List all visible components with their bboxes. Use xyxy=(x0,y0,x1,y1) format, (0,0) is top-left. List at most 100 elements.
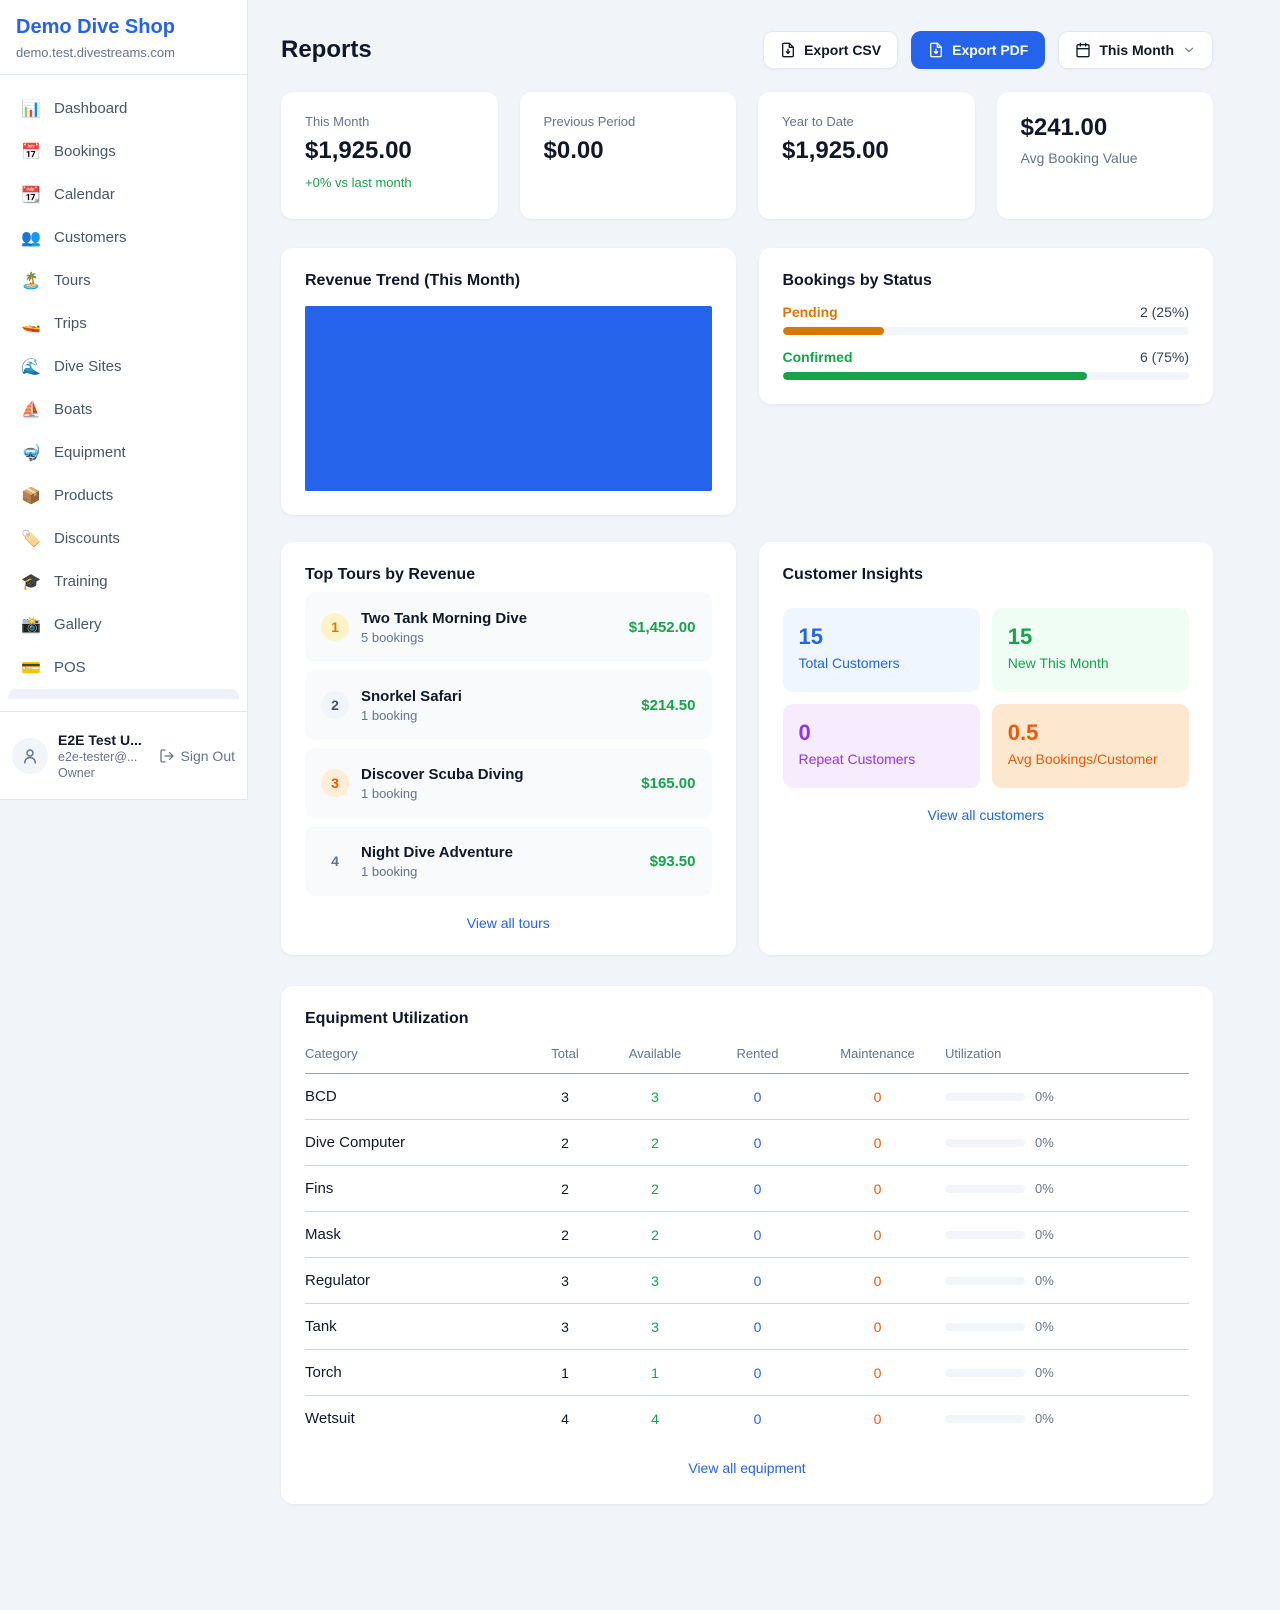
stat-card-this-month: This Month $1,925.00 +0% vs last month xyxy=(281,92,498,219)
col-total: Total xyxy=(525,1046,605,1074)
utilization-bar xyxy=(945,1277,1025,1285)
cell-rented: 0 xyxy=(705,1074,810,1120)
tours-icon: 🏝️ xyxy=(20,271,42,291)
insights-row: Top Tours by Revenue 1 Two Tank Morning … xyxy=(281,542,1213,955)
cell-utilization: 0% xyxy=(945,1166,1189,1212)
cell-total: 2 xyxy=(525,1120,605,1166)
dashboard-icon: 📊 xyxy=(20,99,42,119)
sidebar-item-calendar[interactable]: 📆 Calendar xyxy=(8,173,239,216)
tour-name: Discover Scuba Diving xyxy=(361,766,629,783)
tour-bookings: 1 booking xyxy=(361,786,629,801)
sidebar-item-label: Bookings xyxy=(54,143,116,160)
utilization-percent: 0% xyxy=(1035,1273,1054,1288)
file-download-icon xyxy=(780,42,796,58)
sidebar-item-training[interactable]: 🎓 Training xyxy=(8,560,239,603)
boats-icon: ⛵ xyxy=(20,400,42,420)
cell-category: Fins xyxy=(305,1166,525,1212)
view-all-customers-link[interactable]: View all customers xyxy=(783,807,1190,823)
equipment-utilization-card: Equipment Utilization Category Total Ava… xyxy=(281,986,1213,1504)
insight-tiles: 15 Total Customers 15 New This Month 0 R… xyxy=(783,608,1190,788)
equipment-utilization-title: Equipment Utilization xyxy=(305,1010,1189,1028)
utilization-bar xyxy=(945,1369,1025,1377)
utilization-percent: 0% xyxy=(1035,1135,1054,1150)
sidebar-item-bookings[interactable]: 📅 Bookings xyxy=(8,130,239,173)
cell-rented: 0 xyxy=(705,1120,810,1166)
export-pdf-label: Export PDF xyxy=(952,42,1028,58)
col-maintenance: Maintenance xyxy=(810,1046,945,1074)
sign-out-button[interactable]: Sign Out xyxy=(159,748,235,764)
tour-row: 3 Discover Scuba Diving 1 booking $165.0… xyxy=(305,748,712,818)
cell-utilization: 0% xyxy=(945,1304,1189,1350)
sidebar-item-customers[interactable]: 👥 Customers xyxy=(8,216,239,259)
sidebar-item-trips[interactable]: 🚤 Trips xyxy=(8,302,239,345)
cell-maintenance: 0 xyxy=(810,1396,945,1442)
cell-maintenance: 0 xyxy=(810,1304,945,1350)
cell-category: Wetsuit xyxy=(305,1396,525,1442)
sidebar-item-products[interactable]: 📦 Products xyxy=(8,474,239,517)
cell-available: 3 xyxy=(605,1258,705,1304)
stat-value: $1,925.00 xyxy=(782,137,951,165)
sidebar-item-discounts[interactable]: 🏷️ Discounts xyxy=(8,517,239,560)
avatar xyxy=(12,738,48,774)
stat-cards: This Month $1,925.00 +0% vs last month P… xyxy=(281,92,1213,219)
cell-maintenance: 0 xyxy=(810,1120,945,1166)
export-pdf-button[interactable]: Export PDF xyxy=(911,31,1045,69)
cell-total: 3 xyxy=(525,1258,605,1304)
cell-available: 3 xyxy=(605,1074,705,1120)
bookings-by-status-card: Bookings by Status Pending 2 (25%) Confi… xyxy=(759,248,1214,404)
export-csv-button[interactable]: Export CSV xyxy=(763,31,898,69)
rank-badge: 4 xyxy=(321,847,349,875)
period-select[interactable]: This Month xyxy=(1058,31,1213,69)
view-all-equipment-link[interactable]: View all equipment xyxy=(305,1460,1189,1476)
sidebar-item-label: Dive Sites xyxy=(54,358,122,375)
utilization-bar xyxy=(945,1323,1025,1331)
sidebar-item-dive-sites[interactable]: 🌊 Dive Sites xyxy=(8,345,239,388)
sidebar-item-label: Tours xyxy=(54,272,91,289)
sidebar-item-label: Gallery xyxy=(54,616,102,633)
pos-icon: 💳 xyxy=(20,658,42,678)
user-section: E2E Test U... e2e-tester@... Owner Sign … xyxy=(0,711,247,799)
sidebar-item-label: Boats xyxy=(54,401,92,418)
equipment-icon: 🤿 xyxy=(20,443,42,463)
sidebar: Demo Dive Shop demo.test.divestreams.com… xyxy=(0,0,248,800)
training-icon: 🎓 xyxy=(20,572,42,592)
gallery-icon: 📸 xyxy=(20,615,42,635)
stat-card-year-to-date: Year to Date $1,925.00 xyxy=(758,92,975,219)
tile-label: New This Month xyxy=(1008,655,1173,671)
brand: Demo Dive Shop demo.test.divestreams.com xyxy=(0,0,247,75)
cell-utilization: 0% xyxy=(945,1350,1189,1396)
tile-value: 0 xyxy=(799,720,964,746)
sidebar-item-dashboard[interactable]: 📊 Dashboard xyxy=(8,87,239,130)
sidebar-item-boats[interactable]: ⛵ Boats xyxy=(8,388,239,431)
sidebar-item-label: Products xyxy=(54,487,113,504)
status-bar-track xyxy=(783,372,1190,380)
cell-rented: 0 xyxy=(705,1396,810,1442)
sidebar-item-gallery[interactable]: 📸 Gallery xyxy=(8,603,239,646)
table-header-row: Category Total Available Rented Maintena… xyxy=(305,1046,1189,1074)
tour-revenue: $214.50 xyxy=(641,697,695,714)
utilization-percent: 0% xyxy=(1035,1089,1054,1104)
bookings-by-status-title: Bookings by Status xyxy=(783,272,1190,290)
stat-card-avg-booking-value: $241.00 Avg Booking Value xyxy=(997,92,1214,219)
chevron-down-icon xyxy=(1182,43,1196,57)
trips-icon: 🚤 xyxy=(20,314,42,334)
cell-maintenance: 0 xyxy=(810,1212,945,1258)
table-row: BCD 3 3 0 0 0% xyxy=(305,1074,1189,1120)
tile-value: 15 xyxy=(1008,624,1173,650)
table-row: Torch 1 1 0 0 0% xyxy=(305,1350,1189,1396)
rank-badge: 3 xyxy=(321,769,349,797)
view-all-tours-link[interactable]: View all tours xyxy=(305,915,712,931)
period-select-value: This Month xyxy=(1099,42,1174,58)
cell-maintenance: 0 xyxy=(810,1258,945,1304)
table-row: Regulator 3 3 0 0 0% xyxy=(305,1258,1189,1304)
revenue-trend-card: Revenue Trend (This Month) xyxy=(281,248,736,515)
stat-value: $1,925.00 xyxy=(305,137,474,165)
top-tours-card: Top Tours by Revenue 1 Two Tank Morning … xyxy=(281,542,736,955)
cell-total: 3 xyxy=(525,1074,605,1120)
cell-rented: 0 xyxy=(705,1304,810,1350)
cell-utilization: 0% xyxy=(945,1074,1189,1120)
tile-repeat-customers: 0 Repeat Customers xyxy=(783,704,980,788)
sidebar-item-equipment[interactable]: 🤿 Equipment xyxy=(8,431,239,474)
sidebar-item-tours[interactable]: 🏝️ Tours xyxy=(8,259,239,302)
sidebar-item-pos[interactable]: 💳 POS xyxy=(8,646,239,689)
